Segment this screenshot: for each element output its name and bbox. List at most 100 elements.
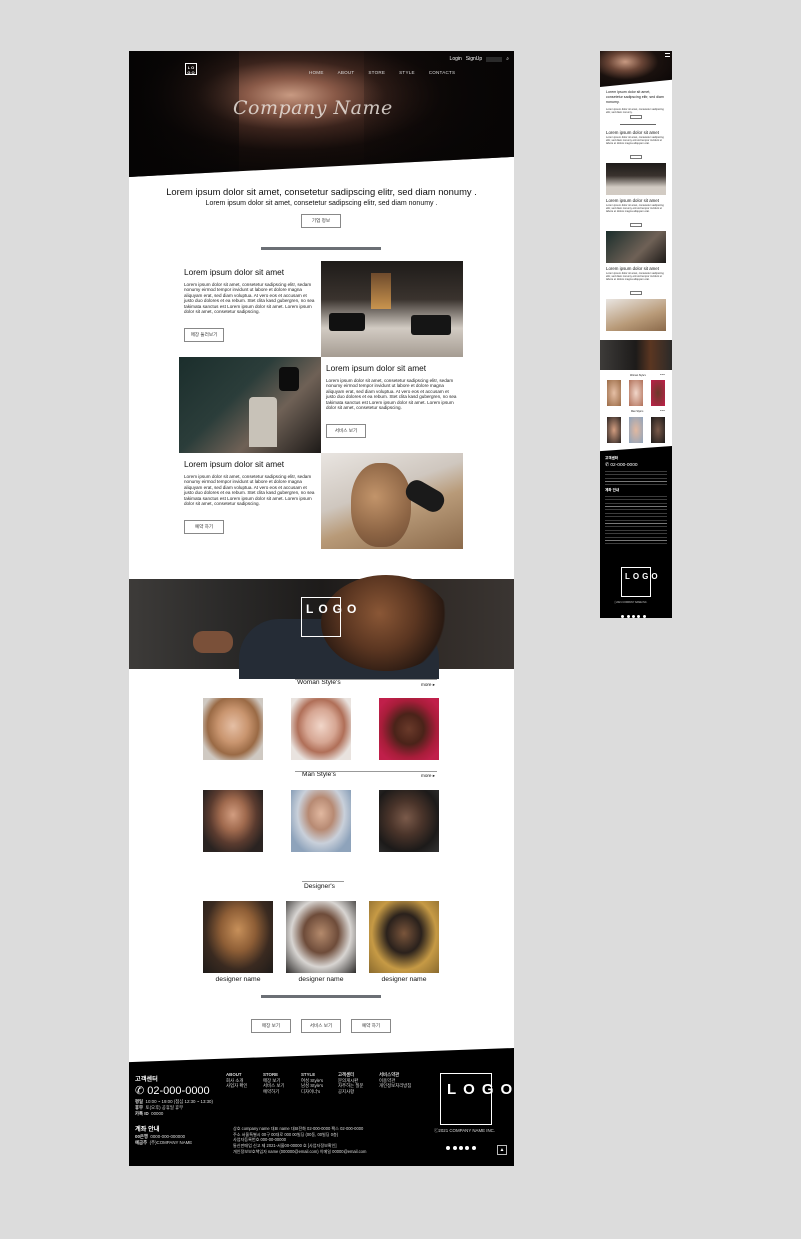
footer-holder: 예금주 (주)COMPANY NAME	[135, 1140, 193, 1145]
designer-photo-2[interactable]	[286, 901, 356, 973]
mobile-hours-lines	[605, 471, 667, 485]
footer-cs-title: 고객센터	[135, 1076, 158, 1083]
store-tour-button[interactable]: 매장 둘러보기	[184, 328, 224, 342]
search-input[interactable]	[486, 56, 503, 62]
footer-kakao: 카톡 ID 00000	[135, 1111, 164, 1116]
woman-more-link[interactable]: more ▸	[421, 682, 435, 688]
mobile-feature-1-button[interactable]	[630, 155, 642, 159]
feature-1-body: Lorem ipsum dolor sit amet, consetetur s…	[184, 282, 315, 315]
footer-link[interactable]: 매장 보기	[263, 1078, 280, 1083]
intro-headline: Lorem ipsum dolor sit amet, consetetur s…	[166, 186, 477, 197]
nav-about[interactable]: ABOUT	[338, 70, 355, 75]
mobile-woman-photo-2[interactable]	[629, 380, 643, 406]
mobile-woman-title: Woman Style's	[630, 374, 646, 377]
mobile-feature-2-button[interactable]	[630, 223, 642, 227]
mobile-mockup: Lorem ipsum dolor sit amet, consetetur s…	[600, 51, 672, 618]
youtube-icon[interactable]	[471, 1146, 476, 1150]
footer-link[interactable]: 남성 Style's	[301, 1083, 323, 1088]
nav-home[interactable]: HOME	[309, 70, 324, 75]
designer-name-2: designer name	[298, 976, 344, 983]
footer-link[interactable]: 이용약관	[379, 1078, 395, 1083]
footer-link[interactable]: 문의게시판	[338, 1078, 358, 1083]
mobile-info-button[interactable]	[630, 115, 642, 119]
store-view-button[interactable]: 매장 보기	[251, 1019, 291, 1033]
top-utility-nav: Login SignUp ⌕	[450, 56, 509, 62]
man-style-photo-3[interactable]	[379, 790, 439, 852]
footer-link[interactable]: 공지사항	[338, 1089, 354, 1094]
footer-account-title: 계좌 안내	[135, 1126, 160, 1133]
mobile-social-icons	[620, 605, 647, 618]
coffee-bar-photo	[179, 357, 321, 453]
nav-contacts[interactable]: CONTACTS	[429, 70, 456, 75]
nav-store[interactable]: STORE	[368, 70, 385, 75]
reservation-button-bottom[interactable]: 예약 하기	[351, 1019, 391, 1033]
woman-style-photo-1[interactable]	[203, 698, 263, 760]
brand-script-title: Company Name	[233, 97, 393, 119]
twitter-icon[interactable]	[452, 1146, 457, 1150]
footer-link[interactable]: 자주하는 질문	[338, 1083, 363, 1088]
man-style-photo-1[interactable]	[203, 790, 263, 852]
man-more-link[interactable]: more ▸	[421, 773, 435, 779]
scroll-top-button[interactable]: ▲	[497, 1145, 507, 1155]
mobile-man-photo-2[interactable]	[629, 417, 643, 443]
mobile-info-lines	[605, 496, 667, 546]
mobile-man-photo-1[interactable]	[607, 417, 621, 443]
designers-line	[302, 881, 344, 882]
mobile-feature-1-body: Lorem ipsum dolor sit amet, consetetur s…	[606, 136, 664, 146]
footer-link[interactable]: 개인정보처리방침	[379, 1083, 411, 1088]
footer-link[interactable]: 디자이너's	[301, 1089, 320, 1094]
feature-2-title: Lorem ipsum dolor sit amet	[326, 363, 427, 373]
footer-link[interactable]: 여성 Style's	[301, 1078, 323, 1083]
footer-logo: LOGO	[440, 1073, 512, 1125]
footer-col-store: STORE 매장 보기 서비스 보기 예약하기	[263, 1072, 285, 1094]
reservation-button[interactable]: 예약 하기	[184, 520, 224, 534]
mobile-woman-photo-3[interactable]	[651, 380, 665, 406]
search-icon[interactable]: ⌕	[506, 56, 509, 62]
man-style-photo-2[interactable]	[291, 790, 351, 852]
mobile-account-title: 계좌 안내	[605, 488, 620, 492]
designer-photo-1[interactable]	[203, 901, 273, 973]
login-link[interactable]: Login	[450, 56, 462, 62]
designer-photo-3[interactable]	[369, 901, 439, 973]
woman-style-photo-3[interactable]	[379, 698, 439, 760]
woman-style-photo-2[interactable]	[291, 698, 351, 760]
header-logo[interactable]: L OG O	[185, 63, 197, 75]
mobile-man-photo-3[interactable]	[651, 417, 665, 443]
signup-link[interactable]: SignUp	[466, 56, 482, 62]
mobile-footer-logo: LOGO	[621, 567, 658, 597]
instagram-icon[interactable]	[458, 1146, 463, 1150]
footer-link[interactable]: 예약하기	[263, 1089, 279, 1094]
mobile-man-more[interactable]: more	[660, 410, 665, 412]
github-icon[interactable]	[446, 1146, 451, 1150]
hamburger-menu-icon[interactable]	[665, 53, 670, 57]
mobile-feature-2-body: Lorem ipsum dolor sit amet, consetetur s…	[606, 204, 664, 214]
banner-logo: LOGO	[301, 597, 356, 637]
main-nav: HOME ABOUT STORE STYLE CONTACTS	[309, 70, 455, 75]
footer-col-about: ABOUT 회사 소개 사업자 확인	[226, 1072, 248, 1089]
footer-link[interactable]: 회사 소개	[226, 1078, 243, 1083]
company-info-button[interactable]: 기업 정보	[301, 214, 341, 228]
service-view-button-bottom[interactable]: 서비스 보기	[301, 1019, 341, 1033]
feature-2-body: Lorem ipsum dolor sit amet, consetetur s…	[326, 378, 457, 411]
designer-name-3: designer name	[381, 976, 427, 983]
woman-styles-title: Woman Style's	[297, 679, 341, 686]
mobile-phone: ✆ 02-000-0000	[605, 463, 638, 468]
footer-link[interactable]: 서비스 보기	[263, 1083, 284, 1088]
salon-interior-photo	[321, 261, 463, 357]
mobile-feature-3-button[interactable]	[630, 291, 642, 295]
mobile-feature-3-title: Lorem ipsum dolor sit amet	[606, 266, 659, 271]
mobile-divider	[620, 124, 656, 125]
mobile-woman-more[interactable]: more	[660, 374, 665, 376]
feature-3-body: Lorem ipsum dolor sit amet, consetetur s…	[184, 474, 315, 507]
designer-name-1: designer name	[215, 976, 261, 983]
feature-3-title: Lorem ipsum dolor sit amet	[184, 459, 285, 469]
mobile-woman-photo-1[interactable]	[607, 380, 621, 406]
barber-banner: LOGO	[129, 575, 514, 679]
service-view-button[interactable]: 서비스 보기	[326, 424, 366, 438]
footer-holiday: 휴무 토(오후) 공휴일 휴무	[135, 1105, 184, 1110]
nav-style[interactable]: STYLE	[399, 70, 415, 75]
footer-col-terms: 서비스약관 이용약관 개인정보처리방침	[379, 1072, 412, 1089]
footer-link[interactable]: 사업자 확인	[226, 1083, 247, 1088]
mobile-barber-banner	[600, 340, 672, 370]
facebook-icon[interactable]	[465, 1146, 470, 1150]
